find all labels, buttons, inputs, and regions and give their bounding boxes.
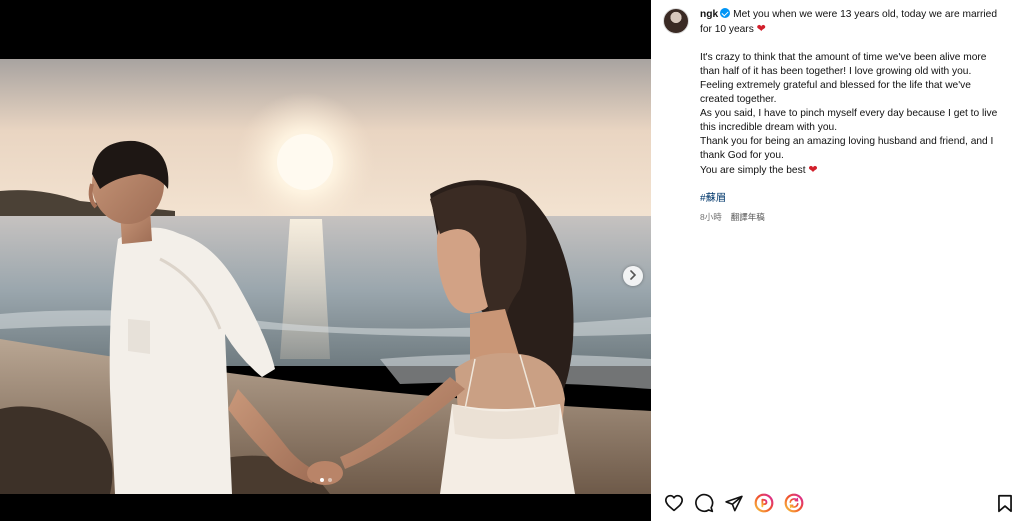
username-link[interactable]: ngk <box>700 9 718 20</box>
caption-line: You are simply the best ❤ <box>700 163 1006 178</box>
carousel-dot <box>327 478 332 482</box>
caption-line: It's crazy to think that the amount of t… <box>700 52 987 63</box>
heart-icon <box>664 494 684 512</box>
verified-badge-icon <box>720 8 731 18</box>
caption-line: As you said, I have to pinch myself ever… <box>700 108 998 119</box>
hashtag-link[interactable]: #蘇眉 <box>700 192 1006 206</box>
save-button[interactable] <box>994 492 1016 514</box>
threads-refresh-button[interactable] <box>783 492 805 514</box>
caption: ngk Met you when we were 13 years old, to… <box>700 8 1006 224</box>
caption-line: than half of it has been together! I lov… <box>700 66 972 77</box>
comment-icon <box>694 493 714 513</box>
like-button[interactable] <box>663 492 685 514</box>
timestamp[interactable]: 8小時 <box>700 210 722 224</box>
action-bar <box>663 491 1016 515</box>
caption-line: Thank you for being an amazing loving hu… <box>700 136 994 147</box>
translate-link[interactable]: 翻譯年稿 <box>731 210 765 224</box>
carousel-dot <box>319 478 324 482</box>
bookmark-icon <box>997 494 1013 513</box>
media-pane <box>0 0 651 521</box>
threads-icon <box>754 493 774 513</box>
comment-button[interactable] <box>693 492 715 514</box>
threads-button[interactable] <box>753 492 775 514</box>
caption-line: thank God for you. <box>700 150 784 161</box>
avatar[interactable] <box>663 8 689 34</box>
heart-emoji-icon: ❤ <box>756 23 766 35</box>
post-side-panel: ngk Met you when we were 13 years old, to… <box>651 0 1024 521</box>
post-caption-block: ngk Met you when we were 13 years old, to… <box>663 8 1013 224</box>
post-meta: 8小時 翻譯年稿 <box>700 210 1006 224</box>
caption-first-line: Met you when we were 13 years old, today… <box>700 9 997 35</box>
threads-refresh-icon <box>784 493 804 513</box>
caption-body: It's crazy to think that the amount of t… <box>700 51 1006 178</box>
chevron-right-icon <box>629 267 637 285</box>
share-icon <box>724 494 744 513</box>
heart-emoji-icon: ❤ <box>808 164 818 176</box>
caption-last-line: You are simply the best <box>700 165 806 176</box>
instagram-post-modal: ngk Met you when we were 13 years old, to… <box>0 0 1024 521</box>
caption-line: this incredible dream with you. <box>700 122 838 133</box>
post-photo[interactable] <box>0 59 651 494</box>
caption-line: created together. <box>700 94 777 105</box>
share-button[interactable] <box>723 492 745 514</box>
caption-line: Feeling extremely grateful and blessed f… <box>700 80 971 91</box>
carousel-indicator <box>0 478 651 482</box>
carousel-next-button[interactable] <box>623 266 643 286</box>
